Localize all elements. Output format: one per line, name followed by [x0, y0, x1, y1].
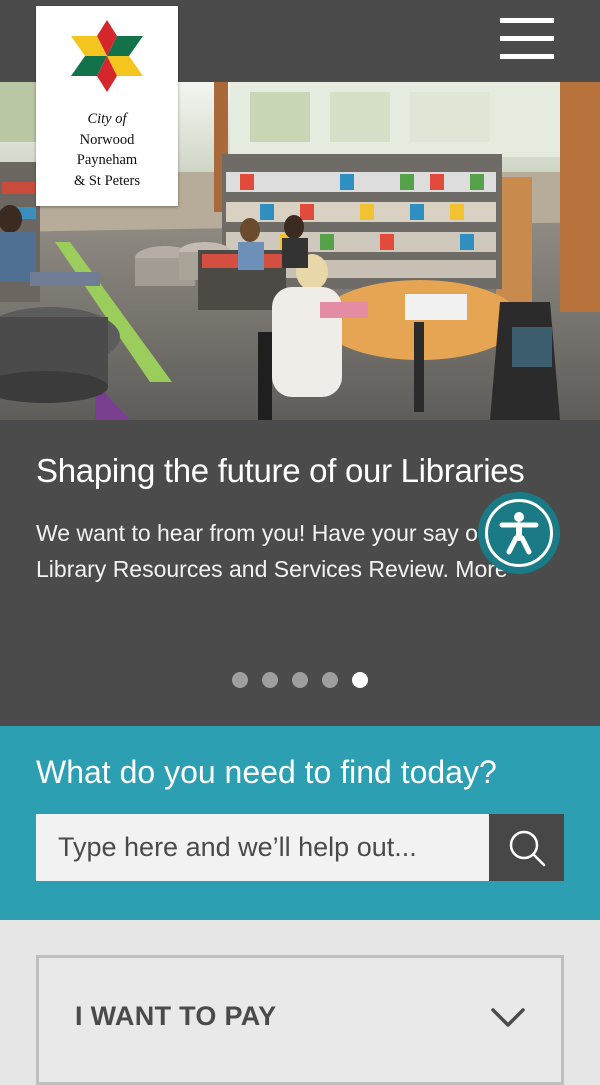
search-input[interactable]	[36, 814, 489, 881]
finder-section: What do you need to find today?	[0, 726, 600, 920]
slider-dot-5[interactable]	[352, 672, 368, 688]
search-button[interactable]	[489, 814, 564, 881]
logo-text: City of Norwood Payneham & St Peters	[36, 109, 178, 191]
slider-dot-4[interactable]	[322, 672, 338, 688]
search-icon	[509, 830, 545, 866]
chevron-down-icon	[491, 1008, 525, 1027]
logo-star-icon	[71, 20, 143, 92]
finder-title: What do you need to find today?	[36, 754, 497, 790]
logo-line-1: City of	[87, 111, 127, 127]
accordion-label: I WANT TO PAY	[75, 1001, 277, 1031]
council-logo[interactable]: City of Norwood Payneham & St Peters	[36, 6, 178, 206]
slide-text[interactable]: We want to hear from you! Have your say …	[36, 515, 536, 587]
slider-dot-1[interactable]	[232, 672, 248, 688]
accessibility-icon	[499, 512, 539, 555]
slider-pagination	[232, 672, 368, 688]
logo-line-4: & St Peters	[73, 172, 141, 189]
hamburger-menu-icon[interactable]	[500, 18, 554, 60]
logo-line-3: Payneham	[76, 152, 138, 168]
logo-line-2: Norwood	[79, 131, 135, 148]
slider-dot-2[interactable]	[262, 672, 278, 688]
slide-title[interactable]: Shaping the future of our Libraries	[36, 452, 525, 490]
i-want-to-pay-accordion[interactable]: I WANT TO PAY	[36, 955, 564, 1085]
accessibility-button[interactable]	[478, 492, 560, 574]
slider-dot-3[interactable]	[292, 672, 308, 688]
